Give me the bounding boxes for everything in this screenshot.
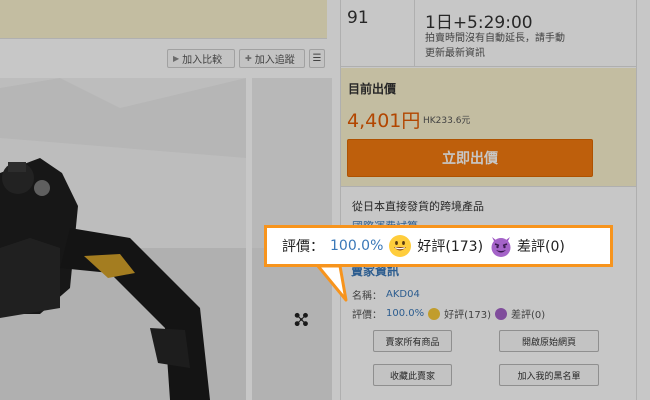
- grinning-face-icon: [389, 235, 412, 257]
- callout-rating-percent: 100.0%: [330, 238, 384, 254]
- callout-pointer: [316, 262, 348, 302]
- callout-rating-label: 評價：: [282, 239, 324, 255]
- callout-good-count: 好評(173): [417, 239, 484, 255]
- rating-callout: 評價： 100.0% 好評(173) 差評(0): [264, 225, 613, 267]
- callout-bad-count: 差評(0): [517, 239, 565, 255]
- devil-face-icon: [489, 235, 511, 257]
